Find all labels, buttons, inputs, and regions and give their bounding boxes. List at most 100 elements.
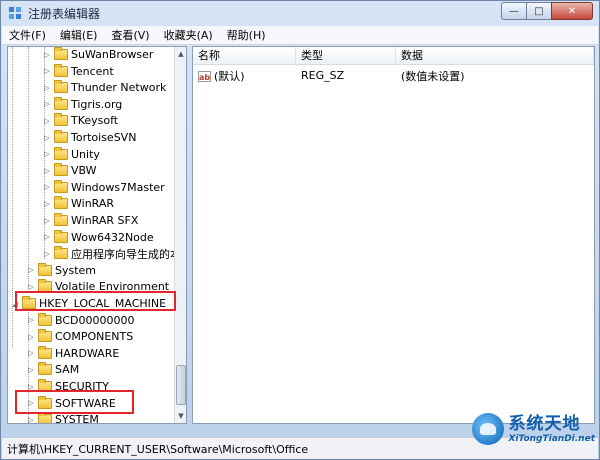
tree-item[interactable]: ▷ 应用程序向导生成的本 (42, 245, 181, 262)
folder-icon (38, 345, 52, 359)
expand-arrow-icon[interactable]: ▷ (42, 233, 52, 241)
tree-item[interactable]: ▷ WinRAR SFX (42, 212, 138, 229)
scroll-down-arrow-icon[interactable]: ▼ (175, 409, 186, 423)
tree-item[interactable]: ▷ Tencent (42, 63, 114, 80)
tree-item[interactable]: ▷ TortoiseSVN (42, 129, 136, 146)
tree-item-label: SuWanBrowser (71, 48, 154, 61)
tree-item-label: Wow6432Node (71, 230, 154, 244)
menu-view[interactable]: 查看(V) (104, 27, 156, 43)
menu-help[interactable]: 帮助(H) (220, 27, 273, 43)
expand-arrow-icon[interactable]: ▷ (42, 84, 52, 92)
tree-item[interactable]: ▷ WinRAR (42, 195, 114, 212)
tree-item-label: WinRAR SFX (71, 214, 139, 227)
tree-item[interactable]: ▷ Wow6432Node (42, 229, 154, 246)
tree-item[interactable]: ▷ SAM (26, 361, 79, 378)
expand-arrow-icon[interactable]: ▷ (26, 266, 36, 274)
watermark-main-text: 系统天地 (508, 413, 581, 434)
window-controls: — □ ✕ (501, 2, 593, 20)
expand-arrow-icon[interactable]: ▷ (42, 150, 52, 158)
menu-bar: 文件(F) 编辑(E) 查看(V) 收藏夹(A) 帮助(H) (2, 26, 598, 45)
tree-item[interactable]: ▷ Thunder Network (42, 79, 166, 96)
title-bar[interactable]: 注册表编辑器 — □ ✕ (1, 1, 599, 25)
close-button[interactable]: ✕ (551, 2, 593, 20)
folder-icon (54, 63, 68, 77)
tree-item[interactable]: ▷ BCD00000000 (26, 312, 135, 329)
tree-item[interactable]: ▷ System (26, 262, 96, 279)
value-data: (数值未设置) (401, 69, 465, 83)
watermark: 系统天地 XiTongTianDi.net (472, 413, 595, 445)
tree-item[interactable]: ▷ SuWanBrowser (42, 47, 154, 63)
tree-item-label: SYSTEM (55, 413, 99, 424)
tree-item[interactable]: ▷ TKeysoft (42, 112, 118, 129)
watermark-text: 系统天地 XiTongTianDi.net (508, 413, 595, 444)
expand-arrow-icon[interactable]: ▷ (26, 366, 36, 374)
menu-file[interactable]: 文件(F) (2, 27, 53, 43)
column-header-data[interactable]: 数据 (396, 47, 594, 65)
folder-icon (54, 229, 68, 243)
menu-edit[interactable]: 编辑(E) (53, 27, 105, 43)
expand-arrow-icon[interactable]: ▷ (42, 217, 52, 225)
tree-vertical-scrollbar[interactable]: ▲ ▼ (174, 47, 186, 423)
column-header-name[interactable]: 名称 (193, 47, 296, 65)
maximize-button[interactable]: □ (526, 2, 552, 20)
expand-arrow-icon[interactable]: ▷ (42, 167, 52, 175)
list-header: 名称 类型 数据 (193, 47, 594, 65)
regedit-window: 注册表编辑器 — □ ✕ 文件(F) 编辑(E) 查看(V) 收藏夹(A) 帮助… (0, 0, 600, 460)
tree-item-label: TortoiseSVN (71, 131, 137, 144)
value-name: (默认) (214, 69, 245, 83)
tree-item[interactable]: ▷ HARDWARE (26, 345, 119, 362)
tree-item-label: VBW (71, 164, 97, 178)
tree-item[interactable]: ▷ COMPONENTS (26, 328, 133, 345)
expand-arrow-icon[interactable]: ▷ (42, 100, 52, 108)
tree-item-label: Windows7Master (71, 180, 165, 194)
expand-arrow-icon[interactable]: ▷ (42, 200, 52, 208)
tree-item-label: System (55, 263, 97, 277)
value-list-pane[interactable]: 名称 类型 数据 ab (默认) REG_SZ (数值未设置) (192, 46, 595, 424)
tree-item-label: TKeysoft (71, 114, 119, 128)
tree-item[interactable]: ▷ Tigris.org (42, 96, 122, 113)
window-title: 注册表编辑器 (28, 6, 101, 21)
expand-arrow-icon[interactable]: ▷ (26, 349, 36, 357)
folder-icon (54, 113, 68, 127)
tree-item-label: HARDWARE (55, 346, 120, 360)
menu-favorites[interactable]: 收藏夹(A) (157, 27, 220, 43)
expand-arrow-icon[interactable]: ▷ (26, 416, 36, 423)
string-value-icon: ab (198, 71, 211, 82)
value-row-default[interactable]: ab (默认) REG_SZ (数值未设置) (193, 67, 594, 84)
expand-arrow-icon[interactable]: ▷ (42, 67, 52, 75)
tree-item-label: Unity (71, 147, 100, 161)
expand-arrow-icon[interactable]: ▷ (26, 333, 36, 341)
folder-icon (54, 130, 68, 143)
tree-item[interactable]: ▷ VBW (42, 162, 97, 179)
folder-icon (54, 80, 68, 94)
tree-item-label: COMPONENTS (55, 330, 134, 344)
tree-item-label: BCD00000000 (55, 313, 135, 327)
tree-item[interactable]: ▷ Windows7Master (42, 179, 165, 196)
expand-arrow-icon[interactable]: ▷ (42, 51, 52, 59)
expand-arrow-icon[interactable]: ▷ (42, 134, 52, 142)
folder-icon (38, 262, 52, 276)
expand-arrow-icon[interactable]: ▷ (42, 250, 52, 258)
key-tree-pane[interactable]: ▷ SuWanBrowser ▷ Tencent ▷ Thunder Network ▷ Ti… (7, 46, 187, 424)
folder-icon (38, 329, 52, 343)
folder-icon (54, 179, 68, 193)
folder-icon (54, 96, 68, 110)
tree-item-label: Tencent (71, 64, 114, 78)
expand-arrow-icon[interactable]: ▷ (26, 283, 36, 291)
minimize-button[interactable]: — (501, 2, 527, 20)
tree-item-label: Thunder Network (71, 81, 167, 95)
tree-item-label: WinRAR (71, 197, 115, 211)
column-header-type[interactable]: 类型 (296, 47, 396, 65)
expand-arrow-icon[interactable]: ▷ (26, 316, 36, 324)
tree-item[interactable]: ▷ Unity (42, 146, 100, 163)
expand-arrow-icon[interactable]: ▷ (42, 117, 52, 125)
folder-icon (54, 246, 68, 260)
watermark-sub-text: XiTongTianDi.net (508, 433, 595, 444)
scroll-thumb[interactable] (176, 365, 186, 405)
expand-arrow-icon[interactable]: ▷ (42, 183, 52, 191)
watermark-logo-icon (472, 413, 505, 445)
folder-icon (54, 196, 68, 210)
scroll-up-arrow-icon[interactable]: ▲ (175, 47, 186, 61)
value-type: REG_SZ (301, 69, 345, 82)
highlight-box-software (15, 390, 134, 414)
